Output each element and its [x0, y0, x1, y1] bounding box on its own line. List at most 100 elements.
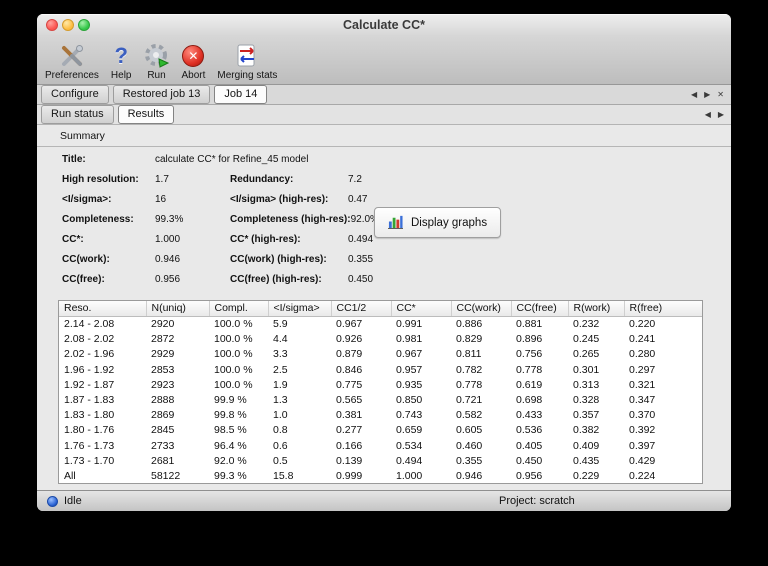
table-row[interactable]: 1.87 - 1.83 2888 99.9 % 1.3 0.565 0.850 0.721 0…: [59, 393, 702, 408]
summary-value: 0.355: [348, 254, 374, 265]
table-cell: 0.967: [396, 348, 423, 361]
column-header[interactable]: CC*: [391, 301, 452, 317]
tab-job-14[interactable]: Job 14: [214, 85, 268, 104]
summary-label: Redundancy:: [230, 174, 294, 185]
table-row[interactable]: 1.73 - 1.70 2681 92.0 % 0.5 0.139 0.494 0.355 0…: [59, 454, 702, 469]
tools-icon: [59, 42, 85, 69]
help-icon: ?: [114, 42, 128, 68]
column-header[interactable]: N(uniq): [146, 301, 210, 317]
table-cell: 0.166: [336, 439, 363, 452]
column-header[interactable]: Compl.: [209, 301, 269, 317]
run-button[interactable]: Run: [144, 38, 170, 84]
column-header[interactable]: R(free): [624, 301, 702, 317]
merging-stats-button[interactable]: Merging stats: [217, 38, 277, 84]
table-cell: 0.534: [396, 439, 423, 452]
title-bar[interactable]: Calculate CC*: [37, 14, 731, 36]
table-cell: 0.224: [629, 470, 656, 483]
tab-scroll-right-icon[interactable]: ▶: [704, 90, 710, 99]
table-row[interactable]: 1.76 - 1.73 2733 96.4 % 0.6 0.166 0.534 0.460 0…: [59, 439, 702, 454]
table-cell: 92.0 %: [214, 454, 247, 467]
minimize-window-button[interactable]: [62, 19, 74, 31]
table-row[interactable]: 1.83 - 1.80 2869 99.8 % 1.0 0.381 0.743 0.582 0…: [59, 408, 702, 423]
results-panel: Summary Title: calculate CC* for Refine_4…: [37, 125, 731, 490]
results-table: Reso. N(uniq) Compl. <I/sigma> CC1/2 CC* CC(wo…: [59, 301, 702, 483]
table-cell: 1.92 - 1.87: [64, 378, 115, 391]
table-cell: 0.313: [573, 378, 600, 391]
table-cell: 0.778: [516, 363, 543, 376]
summary-row: High resolution: 1.7 Redundancy: 7.2: [62, 174, 703, 186]
tab-run-status[interactable]: Run status: [41, 105, 114, 124]
table-cell: 0.743: [396, 409, 423, 422]
table-cell: 99.9 %: [214, 394, 247, 407]
table-cell: 96.4 %: [214, 439, 247, 452]
tab-close-icon[interactable]: ✕: [717, 90, 724, 99]
table-cell: 0.782: [456, 363, 483, 376]
table-cell: 1.96 - 1.92: [64, 363, 115, 376]
display-graphs-button[interactable]: Display graphs: [374, 207, 502, 238]
table-cell: 0.265: [573, 348, 600, 361]
table-row[interactable]: 2.02 - 1.96 2929 100.0 % 3.3 0.879 0.967 0.811…: [59, 347, 702, 362]
table-row[interactable]: 2.08 - 2.02 2872 100.0 % 4.4 0.926 0.981 0.829…: [59, 332, 702, 347]
table-cell: 0.935: [396, 378, 423, 391]
table-cell: 0.881: [516, 318, 543, 330]
toolbar-item-label: Merging stats: [217, 70, 278, 81]
column-header[interactable]: CC1/2: [331, 301, 392, 317]
table-cell: 1.000: [396, 470, 423, 483]
table-cell: 0.6: [273, 439, 288, 452]
column-header[interactable]: R(work): [568, 301, 625, 317]
app-window: Calculate CC* Preferences ? Help Run ✕ A…: [37, 14, 731, 511]
table-cell: 1.83 - 1.80: [64, 409, 115, 422]
toolbar-item-label: Run: [147, 70, 166, 81]
summary-label: CC(free):: [62, 274, 105, 285]
table-cell: 0.956: [516, 470, 543, 483]
tab-configure[interactable]: Configure: [41, 85, 109, 104]
results-table-container[interactable]: Reso. N(uniq) Compl. <I/sigma> CC1/2 CC* CC(wo…: [58, 300, 703, 484]
table-cell: 0.981: [396, 333, 423, 346]
table-cell: 0.347: [629, 394, 656, 407]
table-cell: 0.328: [573, 394, 600, 407]
summary-value: 7.2: [348, 174, 362, 185]
abort-button[interactable]: ✕ Abort: [181, 38, 206, 84]
tab-scroll-left-icon[interactable]: ◀: [705, 110, 711, 119]
table-row[interactable]: 1.92 - 1.87 2923 100.0 % 1.9 0.775 0.935 0.778…: [59, 378, 702, 393]
table-cell: 3.3: [273, 348, 288, 361]
table-row[interactable]: 1.80 - 1.76 2845 98.5 % 0.8 0.277 0.659 0.605 0…: [59, 423, 702, 438]
table-cell: 0.967: [336, 318, 363, 330]
table-cell: 2845: [151, 424, 175, 437]
close-window-button[interactable]: [46, 19, 58, 31]
help-button[interactable]: ? Help: [111, 38, 132, 84]
merging-stats-icon: [234, 42, 260, 69]
result-tab-controls: ◀ ▶: [705, 105, 724, 124]
summary-row: CC(work): 0.946 CC(work) (high-res): 0.355: [62, 254, 703, 266]
table-cell: 0.280: [629, 348, 656, 361]
summary-label: High resolution:: [62, 174, 139, 185]
table-cell: 0.139: [336, 454, 363, 467]
table-cell: 0.8: [273, 424, 288, 437]
job-tab-bar: Configure Restored job 13 Job 14 ◀ ▶ ✕: [37, 85, 731, 105]
summary-label: CC*:: [62, 234, 84, 245]
toolbar-item-label: Abort: [181, 70, 206, 81]
table-cell: 2923: [151, 378, 175, 391]
summary-label: CC* (high-res):: [230, 234, 301, 245]
column-header[interactable]: CC(work): [451, 301, 512, 317]
zoom-window-button[interactable]: [78, 19, 90, 31]
column-header[interactable]: <I/sigma>: [268, 301, 332, 317]
tab-results[interactable]: Results: [117, 105, 175, 124]
table-row[interactable]: All 58122 99.3 % 15.8 0.999 1.000 0.946 0.956 0.…: [59, 469, 702, 483]
table-cell: 1.0: [273, 409, 288, 422]
column-header[interactable]: Reso.: [59, 301, 147, 317]
table-row[interactable]: 1.96 - 1.92 2853 100.0 % 2.5 0.846 0.957 0.782…: [59, 363, 702, 378]
table-cell: 0.220: [629, 318, 656, 330]
table-cell: 98.5 %: [214, 424, 247, 437]
table-row[interactable]: 2.14 - 2.08 2920 100.0 % 5.9 0.967 0.991 0.886…: [59, 317, 702, 333]
preferences-button[interactable]: Preferences: [45, 38, 99, 84]
toolbar-item-label: Help: [110, 70, 132, 81]
tab-scroll-left-icon[interactable]: ◀: [691, 90, 697, 99]
tab-scroll-right-icon[interactable]: ▶: [718, 110, 724, 119]
tab-restored-job-13[interactable]: Restored job 13: [112, 85, 211, 104]
table-cell: 1.87 - 1.83: [64, 394, 115, 407]
table-cell: 0.619: [516, 378, 543, 391]
summary-tab-label[interactable]: Summary: [58, 127, 703, 146]
display-graphs-label: Display graphs: [411, 216, 488, 229]
column-header[interactable]: CC(free): [511, 301, 569, 317]
